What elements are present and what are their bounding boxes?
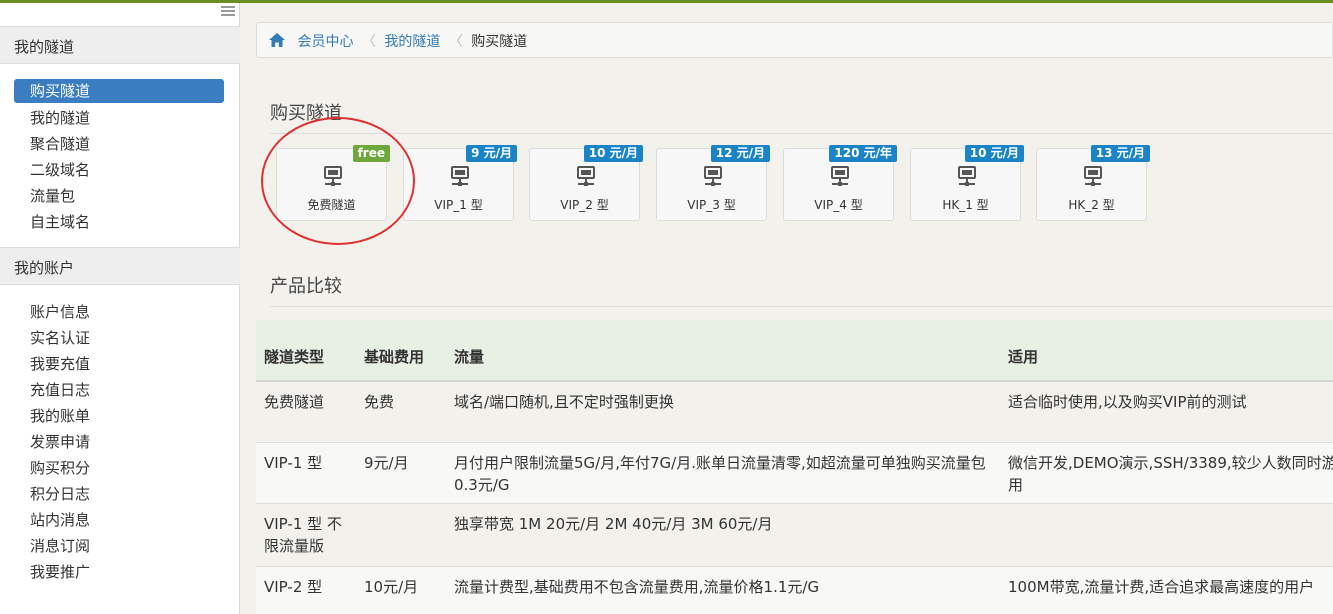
table-row: VIP-1 型 9元/月 月付用户限制流量5G/月,年付7G/月.账单日流量清零… bbox=[256, 441, 1333, 503]
plan-card-vip2[interactable]: 10 元/月 VIP_2 型 bbox=[529, 145, 643, 221]
table-cell: 域名/端口随机,且不定时强制更换 bbox=[446, 380, 1000, 442]
sidebar: 我的隧道 购买隧道 我的隧道 聚合隧道 二级域名 流量包 自主域名 我的账户 账… bbox=[0, 3, 240, 614]
sidebar-item-my-tunnels[interactable]: 我的隧道 bbox=[14, 105, 224, 131]
table-row: 免费隧道 免费 域名/端口随机,且不定时强制更换 适合临时使用,以及购买VIP前… bbox=[256, 380, 1333, 442]
plan-card-hk1[interactable]: 10 元/月 HK_1 型 bbox=[910, 145, 1024, 221]
compare-table: 隧道类型 基础费用 流量 适用 免费隧道 免费 域名/端口随机,且不定时强制更换… bbox=[256, 320, 1333, 614]
main-content: 会员中心 〈 我的隧道 〈 购买隧道 购买隧道 free 免费隧道 9 元/月 … bbox=[256, 3, 1333, 614]
table-cell bbox=[1000, 502, 1333, 566]
breadcrumb-current: 购买隧道 bbox=[471, 34, 528, 50]
network-server-icon bbox=[451, 166, 469, 186]
plan-label: VIP_3 型 bbox=[687, 198, 736, 212]
table-cell: 免费隧道 bbox=[256, 380, 356, 442]
sidebar-item-recharge[interactable]: 我要充值 bbox=[14, 351, 224, 377]
table-row: VIP-1 型 不限流量版 独享带宽 1M 20元/月 2M 40元/月 3M … bbox=[256, 502, 1333, 566]
breadcrumb-separator: 〈 bbox=[448, 34, 463, 50]
sidebar-item-points-log[interactable]: 积分日志 bbox=[14, 481, 224, 507]
buy-section-title: 购买隧道 bbox=[270, 99, 1333, 134]
plan-badge: 10 元/月 bbox=[583, 145, 643, 162]
plan-card-free[interactable]: free 免费隧道 bbox=[276, 145, 390, 221]
sidebar-item-recharge-log[interactable]: 充值日志 bbox=[14, 377, 224, 403]
plan-card-hk2[interactable]: 13 元/月 HK_2 型 bbox=[1036, 145, 1150, 221]
table-cell: 10元/月 bbox=[356, 565, 446, 614]
breadcrumb-member-center[interactable]: 会员中心 bbox=[297, 34, 353, 50]
sidebar-item-invoice[interactable]: 发票申请 bbox=[14, 429, 224, 455]
plan-label: HK_1 型 bbox=[942, 198, 989, 212]
compare-section-title: 产品比较 bbox=[270, 272, 1333, 307]
sidebar-tunnels-list: 购买隧道 我的隧道 聚合隧道 二级域名 流量包 自主域名 bbox=[14, 79, 224, 235]
sidebar-item-verification[interactable]: 实名认证 bbox=[14, 325, 224, 351]
sidebar-collapse-icon[interactable] bbox=[221, 6, 235, 16]
table-cell: 适合临时使用,以及购买VIP前的测试 bbox=[1000, 380, 1333, 442]
sidebar-item-aggregate-tunnels[interactable]: 聚合隧道 bbox=[14, 131, 224, 157]
breadcrumb: 会员中心 〈 我的隧道 〈 购买隧道 bbox=[256, 22, 1333, 58]
plan-badge: 12 元/月 bbox=[710, 145, 770, 162]
table-cell: 月付用户限制流量5G/月,年付7G/月.账单日流量清零,如超流量可单独购买流量包… bbox=[446, 441, 1000, 503]
sidebar-account-list: 账户信息 实名认证 我要充值 充值日志 我的账单 发票申请 购买积分 积分日志 … bbox=[14, 299, 224, 585]
plan-badge: 120 元/年 bbox=[829, 145, 897, 162]
sidebar-section-tunnels[interactable]: 我的隧道 bbox=[0, 26, 240, 64]
breadcrumb-my-tunnels[interactable]: 我的隧道 bbox=[384, 34, 440, 50]
table-row: VIP-2 型 10元/月 流量计费型,基础费用不包含流量费用,流量价格1.1元… bbox=[256, 565, 1333, 614]
table-cell: 流量计费型,基础费用不包含流量费用,流量价格1.1元/G bbox=[446, 565, 1000, 614]
table-cell: VIP-1 型 不限流量版 bbox=[256, 502, 356, 566]
column-header-usage: 适用 bbox=[1000, 320, 1333, 382]
plan-label: 免费隧道 bbox=[307, 198, 356, 212]
table-cell: 100M带宽,流量计费,适合追求最高速度的用户 bbox=[1000, 565, 1333, 614]
sidebar-item-buy-points[interactable]: 购买积分 bbox=[14, 455, 224, 481]
breadcrumb-separator: 〈 bbox=[361, 34, 376, 50]
compare-table-container: 隧道类型 基础费用 流量 适用 免费隧道 免费 域名/端口随机,且不定时强制更换… bbox=[256, 320, 1333, 614]
sidebar-item-account-info[interactable]: 账户信息 bbox=[14, 299, 224, 325]
plan-card-vip4[interactable]: 120 元/年 VIP_4 型 bbox=[783, 145, 897, 221]
plan-label: VIP_2 型 bbox=[560, 198, 609, 212]
network-server-icon bbox=[958, 166, 976, 186]
network-server-icon bbox=[704, 166, 722, 186]
table-cell: VIP-2 型 bbox=[256, 565, 356, 614]
plan-badge: 10 元/月 bbox=[964, 145, 1024, 162]
sidebar-item-subscriptions[interactable]: 消息订阅 bbox=[14, 533, 224, 559]
column-header-traffic: 流量 bbox=[446, 320, 1000, 382]
table-cell: 9元/月 bbox=[356, 441, 446, 503]
home-icon[interactable] bbox=[269, 33, 285, 47]
network-server-icon bbox=[1084, 166, 1102, 186]
sidebar-item-buy-tunnel[interactable]: 购买隧道 bbox=[14, 79, 224, 103]
sidebar-item-subdomains[interactable]: 二级域名 bbox=[14, 157, 224, 183]
plan-card-vip3[interactable]: 12 元/月 VIP_3 型 bbox=[656, 145, 770, 221]
sidebar-item-my-bills[interactable]: 我的账单 bbox=[14, 403, 224, 429]
plan-label: VIP_1 型 bbox=[434, 198, 483, 212]
plan-badge: free bbox=[352, 145, 390, 162]
sidebar-item-referral[interactable]: 我要推广 bbox=[14, 559, 224, 585]
column-header-base-fee: 基础费用 bbox=[356, 320, 446, 382]
sidebar-item-custom-domain[interactable]: 自主域名 bbox=[14, 209, 224, 235]
table-header-row: 隧道类型 基础费用 流量 适用 bbox=[256, 320, 1333, 382]
table-cell: 微信开发,DEMO演示,SSH/3389,较少人数同时游戏等应用 bbox=[1000, 441, 1333, 503]
plan-card-vip1[interactable]: 9 元/月 VIP_1 型 bbox=[403, 145, 517, 221]
plan-label: HK_2 型 bbox=[1068, 198, 1115, 212]
plan-badge: 9 元/月 bbox=[466, 145, 517, 162]
table-cell: VIP-1 型 bbox=[256, 441, 356, 503]
sidebar-item-traffic-pack[interactable]: 流量包 bbox=[14, 183, 224, 209]
table-cell: 免费 bbox=[356, 380, 446, 442]
column-header-type: 隧道类型 bbox=[256, 320, 356, 382]
network-server-icon bbox=[324, 166, 342, 186]
sidebar-section-account[interactable]: 我的账户 bbox=[0, 247, 240, 285]
network-server-icon bbox=[577, 166, 595, 186]
plan-badge: 13 元/月 bbox=[1090, 145, 1150, 162]
plan-label: VIP_4 型 bbox=[814, 198, 863, 212]
sidebar-item-messages[interactable]: 站内消息 bbox=[14, 507, 224, 533]
table-cell bbox=[356, 502, 446, 566]
table-cell: 独享带宽 1M 20元/月 2M 40元/月 3M 60元/月 bbox=[446, 502, 1000, 566]
network-server-icon bbox=[831, 166, 849, 186]
